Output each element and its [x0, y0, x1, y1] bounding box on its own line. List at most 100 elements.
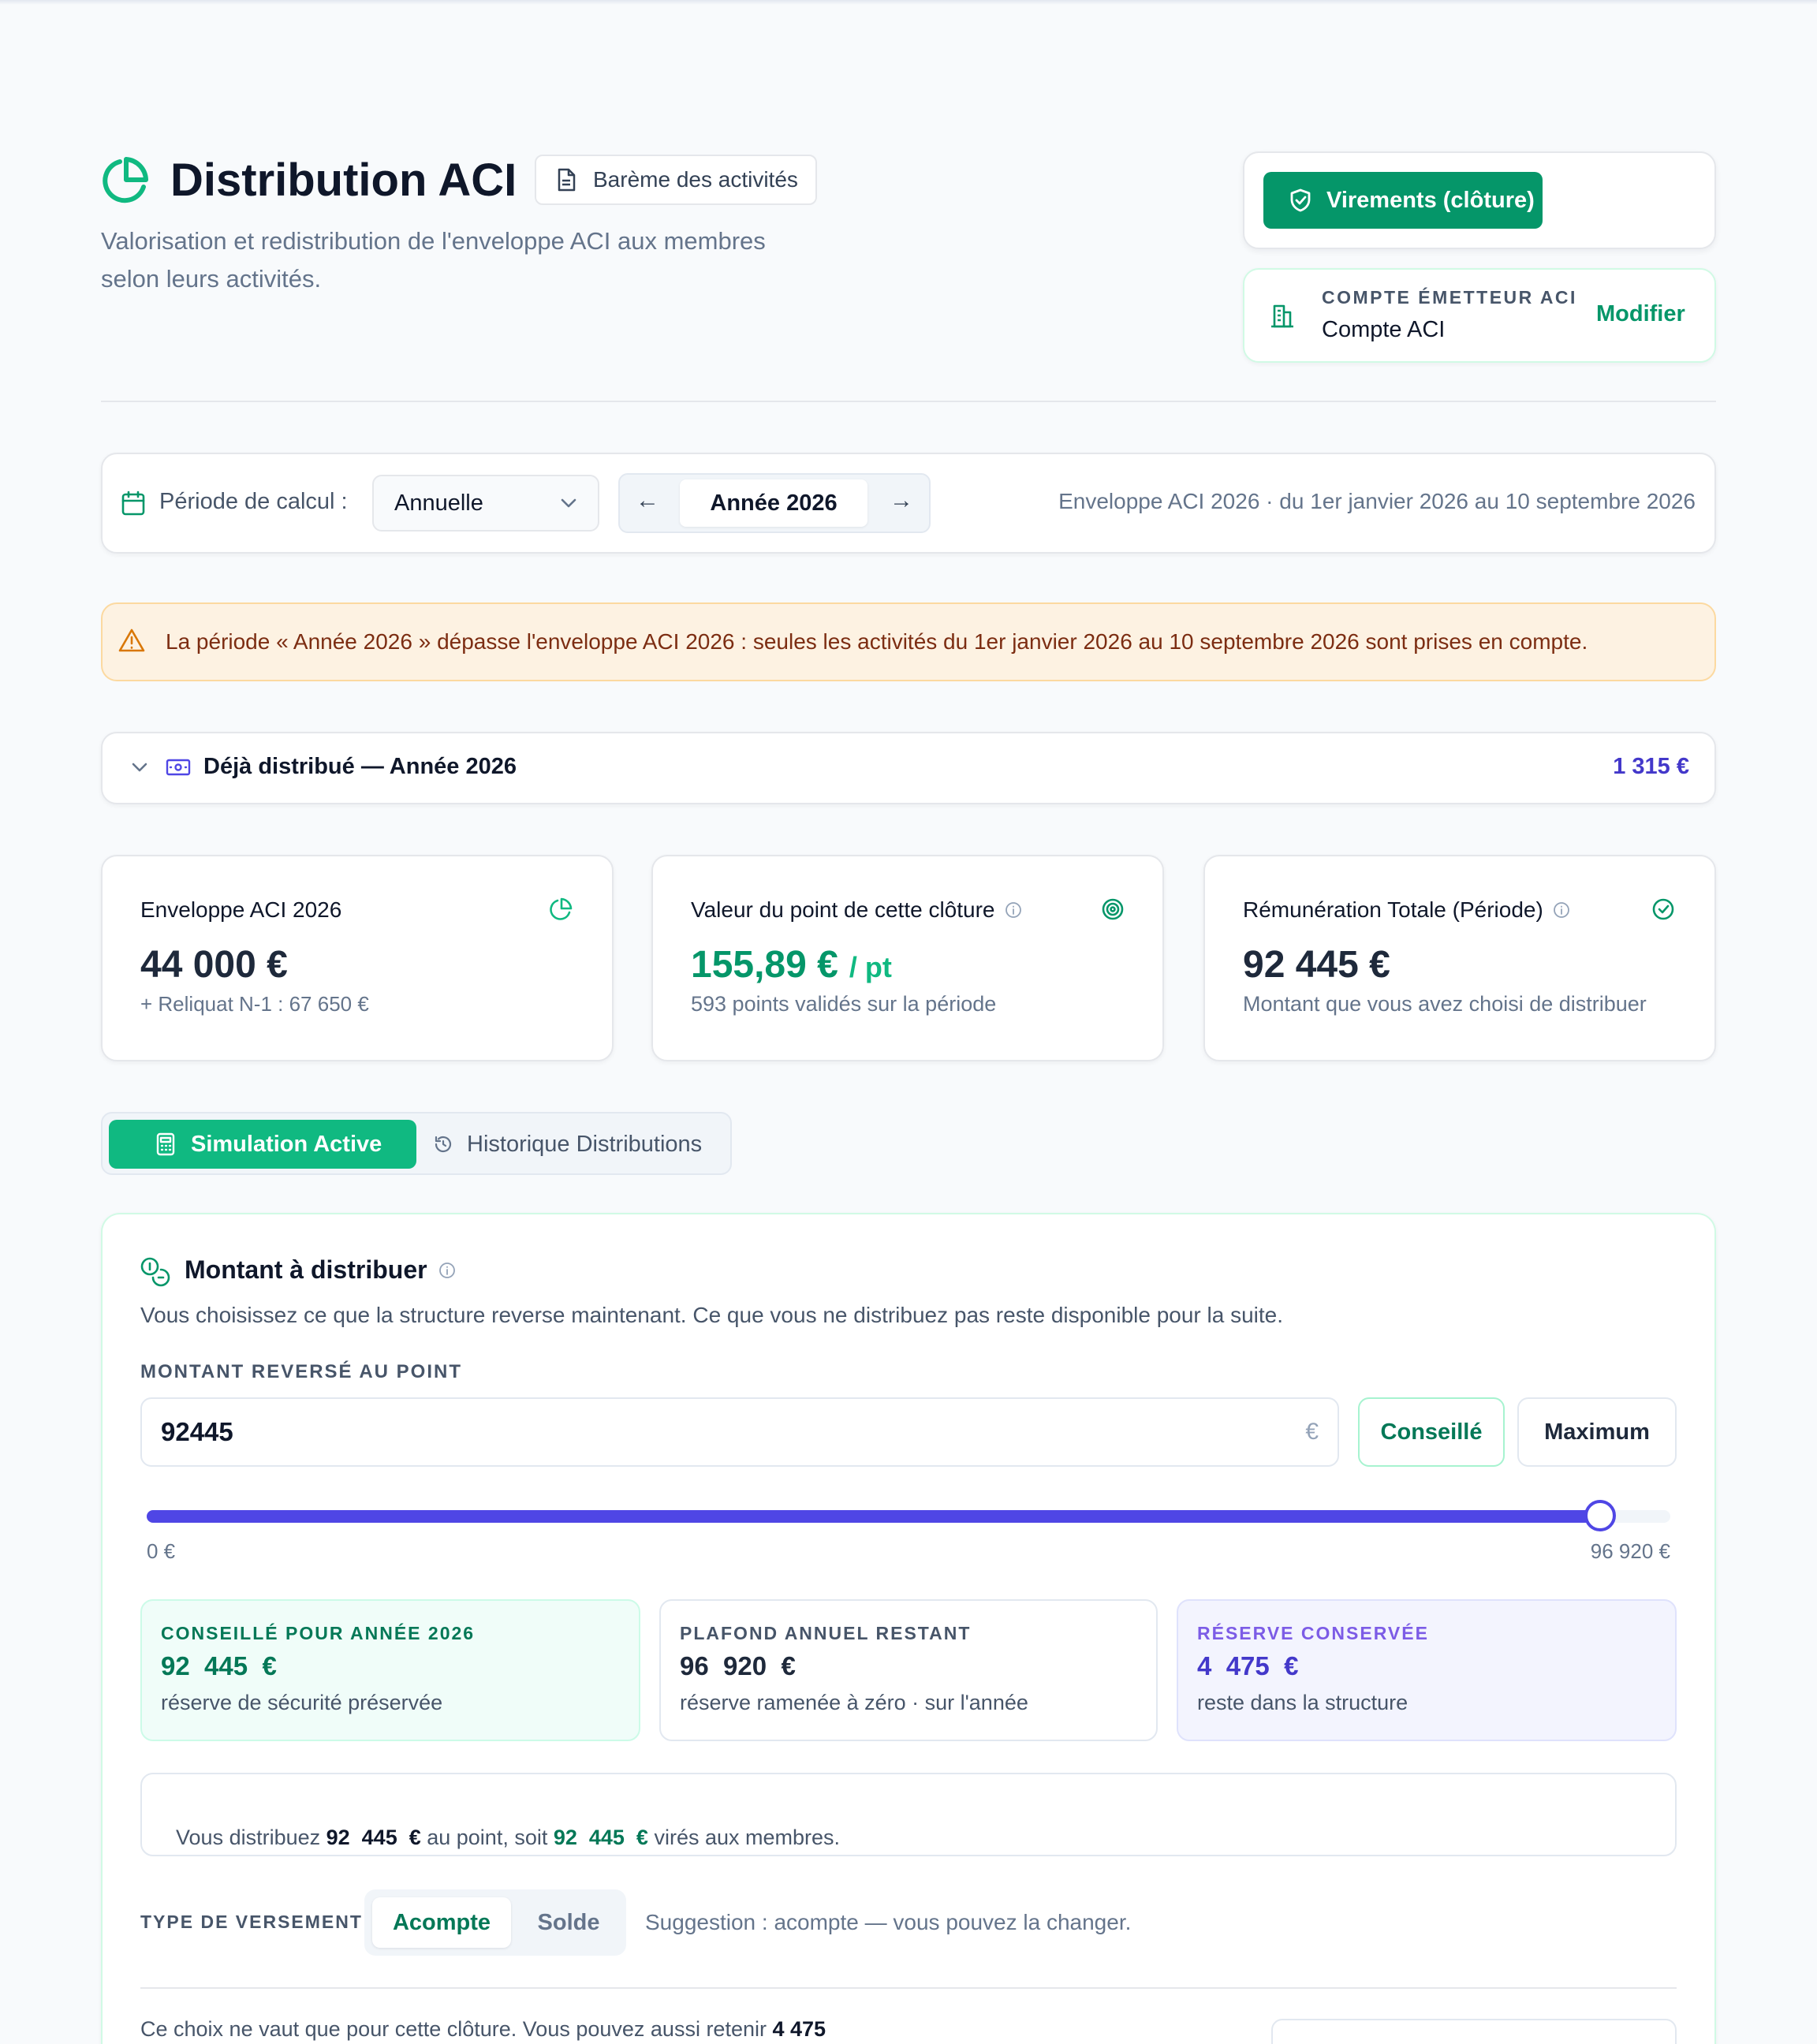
footer-divider [140, 1987, 1677, 1989]
modifier-link[interactable]: Modifier [1596, 301, 1685, 327]
page-title: Distribution ACI [170, 155, 517, 206]
header-divider [101, 401, 1716, 402]
box-value: 96 920 € [680, 1651, 796, 1680]
footer-action-button[interactable] [1271, 2019, 1677, 2044]
maximum-button[interactable]: Maximum [1517, 1397, 1677, 1467]
euro-suffix: € [1305, 1419, 1319, 1445]
stat-value: 92 445 € [1243, 944, 1390, 986]
year-next-button[interactable]: → [890, 487, 913, 514]
chevron-down-icon [560, 498, 577, 509]
bareme-button[interactable]: Barème des activités [535, 155, 817, 205]
summary-amount-point: 92 445 € [326, 1826, 421, 1849]
montant-slider-thumb[interactable] [1584, 1500, 1616, 1531]
summary-post: virés aux membres. [647, 1826, 841, 1849]
box-sub: réserve de sécurité préservée [161, 1691, 443, 1714]
info-icon[interactable] [1005, 901, 1022, 919]
seg-acompte[interactable]: Acompte [372, 1897, 511, 1948]
box-sub: reste dans la structure [1197, 1691, 1408, 1714]
box-label: RÉSERVE CONSERVÉE [1197, 1623, 1429, 1643]
year-label: Année 2026 [710, 490, 838, 516]
versement-suggestion: Suggestion : acompte — vous pouvez la ch… [645, 1910, 1132, 1934]
seg-solde-label: Solde [537, 1909, 600, 1935]
money-icon [166, 759, 191, 776]
check-circle-icon [1651, 897, 1675, 921]
year-prev-button[interactable]: ← [636, 487, 659, 514]
stat-title: Enveloppe ACI 2026 [140, 897, 342, 922]
calculator-icon [156, 1132, 175, 1156]
stat-title: Valeur du point de cette clôture [691, 897, 995, 922]
box-label: CONSEILLÉ POUR ANNÉE 2026 [161, 1623, 476, 1643]
box-sub: réserve ramenée à zéro · sur l'année [680, 1691, 1028, 1714]
tab-label: Historique Distributions [467, 1131, 703, 1157]
montant-input-value: 92445 [161, 1417, 233, 1446]
bank-icon [1268, 303, 1295, 330]
virements-label: Virements (clôture) [1326, 187, 1535, 213]
subtitle-line-2: selon leurs activités. [101, 265, 322, 293]
seg-acompte-label: Acompte [392, 1909, 491, 1935]
summary-pre: Vous distribuez [176, 1826, 326, 1849]
stat-value: 44 000 € [140, 944, 288, 986]
maximum-label: Maximum [1544, 1419, 1650, 1445]
tab-label: Simulation Active [191, 1131, 382, 1157]
stat-sub: Montant que vous avez choisi de distribu… [1243, 992, 1647, 1016]
chevron-down-icon[interactable] [131, 762, 148, 773]
stat-sub: 593 points validés sur la période [691, 992, 997, 1016]
top-shadow [0, 0, 1817, 5]
periode-select[interactable]: Annuelle [372, 475, 599, 532]
versement-label: TYPE DE VERSEMENT [140, 1912, 363, 1932]
deja-amount: 1 315 € [1613, 754, 1689, 779]
footer-text-main: Ce choix ne vaut que pour cette clôture.… [140, 2017, 773, 2041]
year-display: Année 2026 [680, 479, 867, 527]
calendar-icon [121, 490, 145, 516]
stat-title-row: Valeur du point de cette clôture [691, 897, 1022, 923]
stat-sub: + Reliquat N-1 : 67 650 € [140, 992, 369, 1016]
history-icon [434, 1135, 453, 1154]
shield-icon [1290, 188, 1311, 212]
stat-title: Rémunération Totale (Période) [1243, 897, 1543, 922]
montant-input[interactable]: 92445 € [140, 1397, 1339, 1467]
footer-text: Ce choix ne vaut que pour cette clôture.… [140, 2017, 826, 2042]
conseille-button[interactable]: Conseillé [1358, 1397, 1505, 1467]
subtitle-line-1: Valorisation et redistribution de l'enve… [101, 227, 766, 255]
coins-icon [139, 1255, 170, 1287]
stat-unit: / pt [849, 951, 892, 983]
info-icon[interactable] [1553, 901, 1570, 919]
box-label: PLAFOND ANNUEL RESTANT [680, 1623, 972, 1643]
compte-name: Compte ACI [1322, 317, 1446, 342]
stat-value: 155,89 € [691, 944, 838, 986]
periode-select-value: Annuelle [394, 490, 483, 516]
conseille-label: Conseillé [1380, 1419, 1483, 1445]
target-icon [1101, 897, 1125, 921]
summary-text: Vous distribuez 92 445 € au point, soit … [164, 1801, 840, 1850]
info-icon[interactable] [438, 1262, 456, 1279]
virements-button[interactable]: Virements (clôture) [1263, 172, 1543, 229]
tab-historique[interactable]: Historique Distributions [434, 1120, 702, 1169]
periode-info: Enveloppe ACI 2026 · du 1er janvier 2026… [1058, 489, 1696, 513]
seg-solde[interactable]: Solde [517, 1897, 620, 1948]
warning-text: La période « Année 2026 » dépasse l'enve… [166, 629, 1588, 654]
header-logo-icon [101, 156, 150, 205]
slider-min-label: 0 € [147, 1539, 176, 1563]
stat-title-row: Rémunération Totale (Période) [1243, 897, 1570, 923]
footer-amount: 4 475 [772, 2017, 826, 2041]
document-icon [557, 168, 576, 192]
warning-icon [118, 628, 145, 653]
montant-description: Vous choisissez ce que la structure reve… [140, 1303, 1284, 1327]
box-value: 4 475 € [1197, 1651, 1299, 1680]
montant-title-row: Montant à distribuer [185, 1255, 456, 1285]
summary-mid: au point, soit [420, 1826, 554, 1849]
bareme-label: Barème des activités [593, 167, 798, 192]
tab-simulation-active[interactable]: Simulation Active [109, 1120, 416, 1169]
periode-label: Période de calcul : [159, 489, 348, 514]
deja-label: Déjà distribué — Année 2026 [203, 754, 517, 779]
montant-slider-fill [147, 1510, 1600, 1523]
montant-title: Montant à distribuer [185, 1255, 427, 1284]
box-value: 92 445 € [161, 1651, 277, 1680]
montant-slider-track[interactable] [147, 1500, 1670, 1531]
slider-max-label: 96 920 € [1590, 1539, 1670, 1563]
compte-heading: COMPTE ÉMETTEUR ACI [1322, 287, 1577, 308]
pie-chart-icon [549, 897, 573, 921]
stat-value-row: 155,89 € / pt [691, 943, 892, 987]
summary-amount-members: 92 445 € [553, 1826, 648, 1849]
montant-field-label: MONTANT REVERSÉ AU POINT [140, 1361, 463, 1382]
